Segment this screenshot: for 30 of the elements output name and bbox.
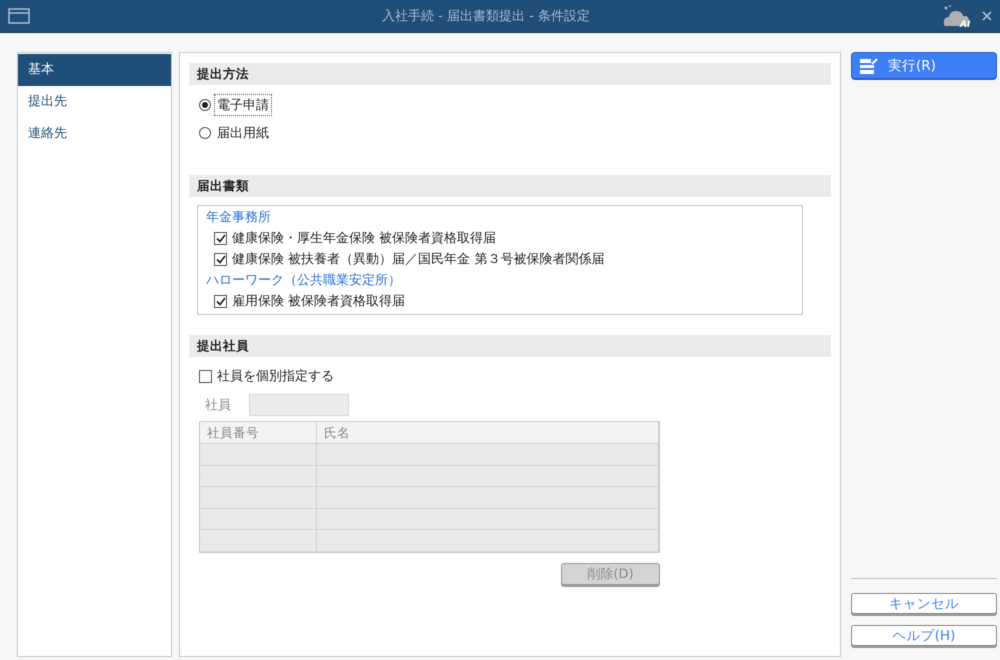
checkbox[interactable] bbox=[199, 370, 212, 382]
checkbox-label[interactable]: 雇用保険 被保険者資格取得届 bbox=[232, 292, 406, 310]
sidebar-item[interactable]: 連絡先 bbox=[18, 118, 171, 150]
section-heading: 届出書類 bbox=[189, 175, 831, 197]
cancel-button[interactable]: キャンセル bbox=[851, 593, 997, 614]
document-edit-icon bbox=[860, 58, 878, 74]
column-header: 社員番号 bbox=[200, 422, 317, 444]
close-icon[interactable] bbox=[982, 11, 992, 21]
radio-button[interactable] bbox=[199, 127, 211, 139]
section-heading: 提出社員 bbox=[189, 335, 831, 357]
radio-button[interactable] bbox=[199, 99, 211, 111]
checkbox-label[interactable]: 健康保険 被扶養者（異動）届／国民年金 第３号被保険者関係届 bbox=[232, 250, 604, 268]
sidebar-item[interactable]: 基本 bbox=[18, 54, 171, 86]
run-button[interactable]: 実行(R) bbox=[851, 52, 997, 79]
window-title: 入社手続 - 届出書類提出 - 条件設定 bbox=[381, 8, 591, 25]
group-label: ハローワーク（公共職業安定所） bbox=[206, 272, 402, 289]
field-label: 社員 bbox=[205, 397, 231, 414]
checkbox[interactable] bbox=[214, 252, 227, 266]
checkbox-label[interactable]: 健康保険・厚生年金保険 被保険者資格取得届 bbox=[232, 229, 496, 247]
checkbox[interactable] bbox=[214, 294, 227, 308]
checkbox-label[interactable]: 社員を個別指定する bbox=[217, 367, 334, 385]
column-header: 氏名 bbox=[317, 422, 659, 444]
group-label: 年金事務所 bbox=[206, 209, 272, 226]
sidebar-item[interactable]: 提出先 bbox=[18, 86, 171, 118]
section-heading: 提出方法 bbox=[189, 63, 831, 85]
radio-label[interactable]: 電子申請 bbox=[214, 94, 272, 116]
help-button[interactable]: ヘルプ(H) bbox=[851, 625, 997, 646]
checkbox[interactable] bbox=[214, 232, 227, 244]
radio-label[interactable]: 届出用紙 bbox=[214, 122, 272, 144]
window-icon[interactable] bbox=[8, 8, 30, 24]
